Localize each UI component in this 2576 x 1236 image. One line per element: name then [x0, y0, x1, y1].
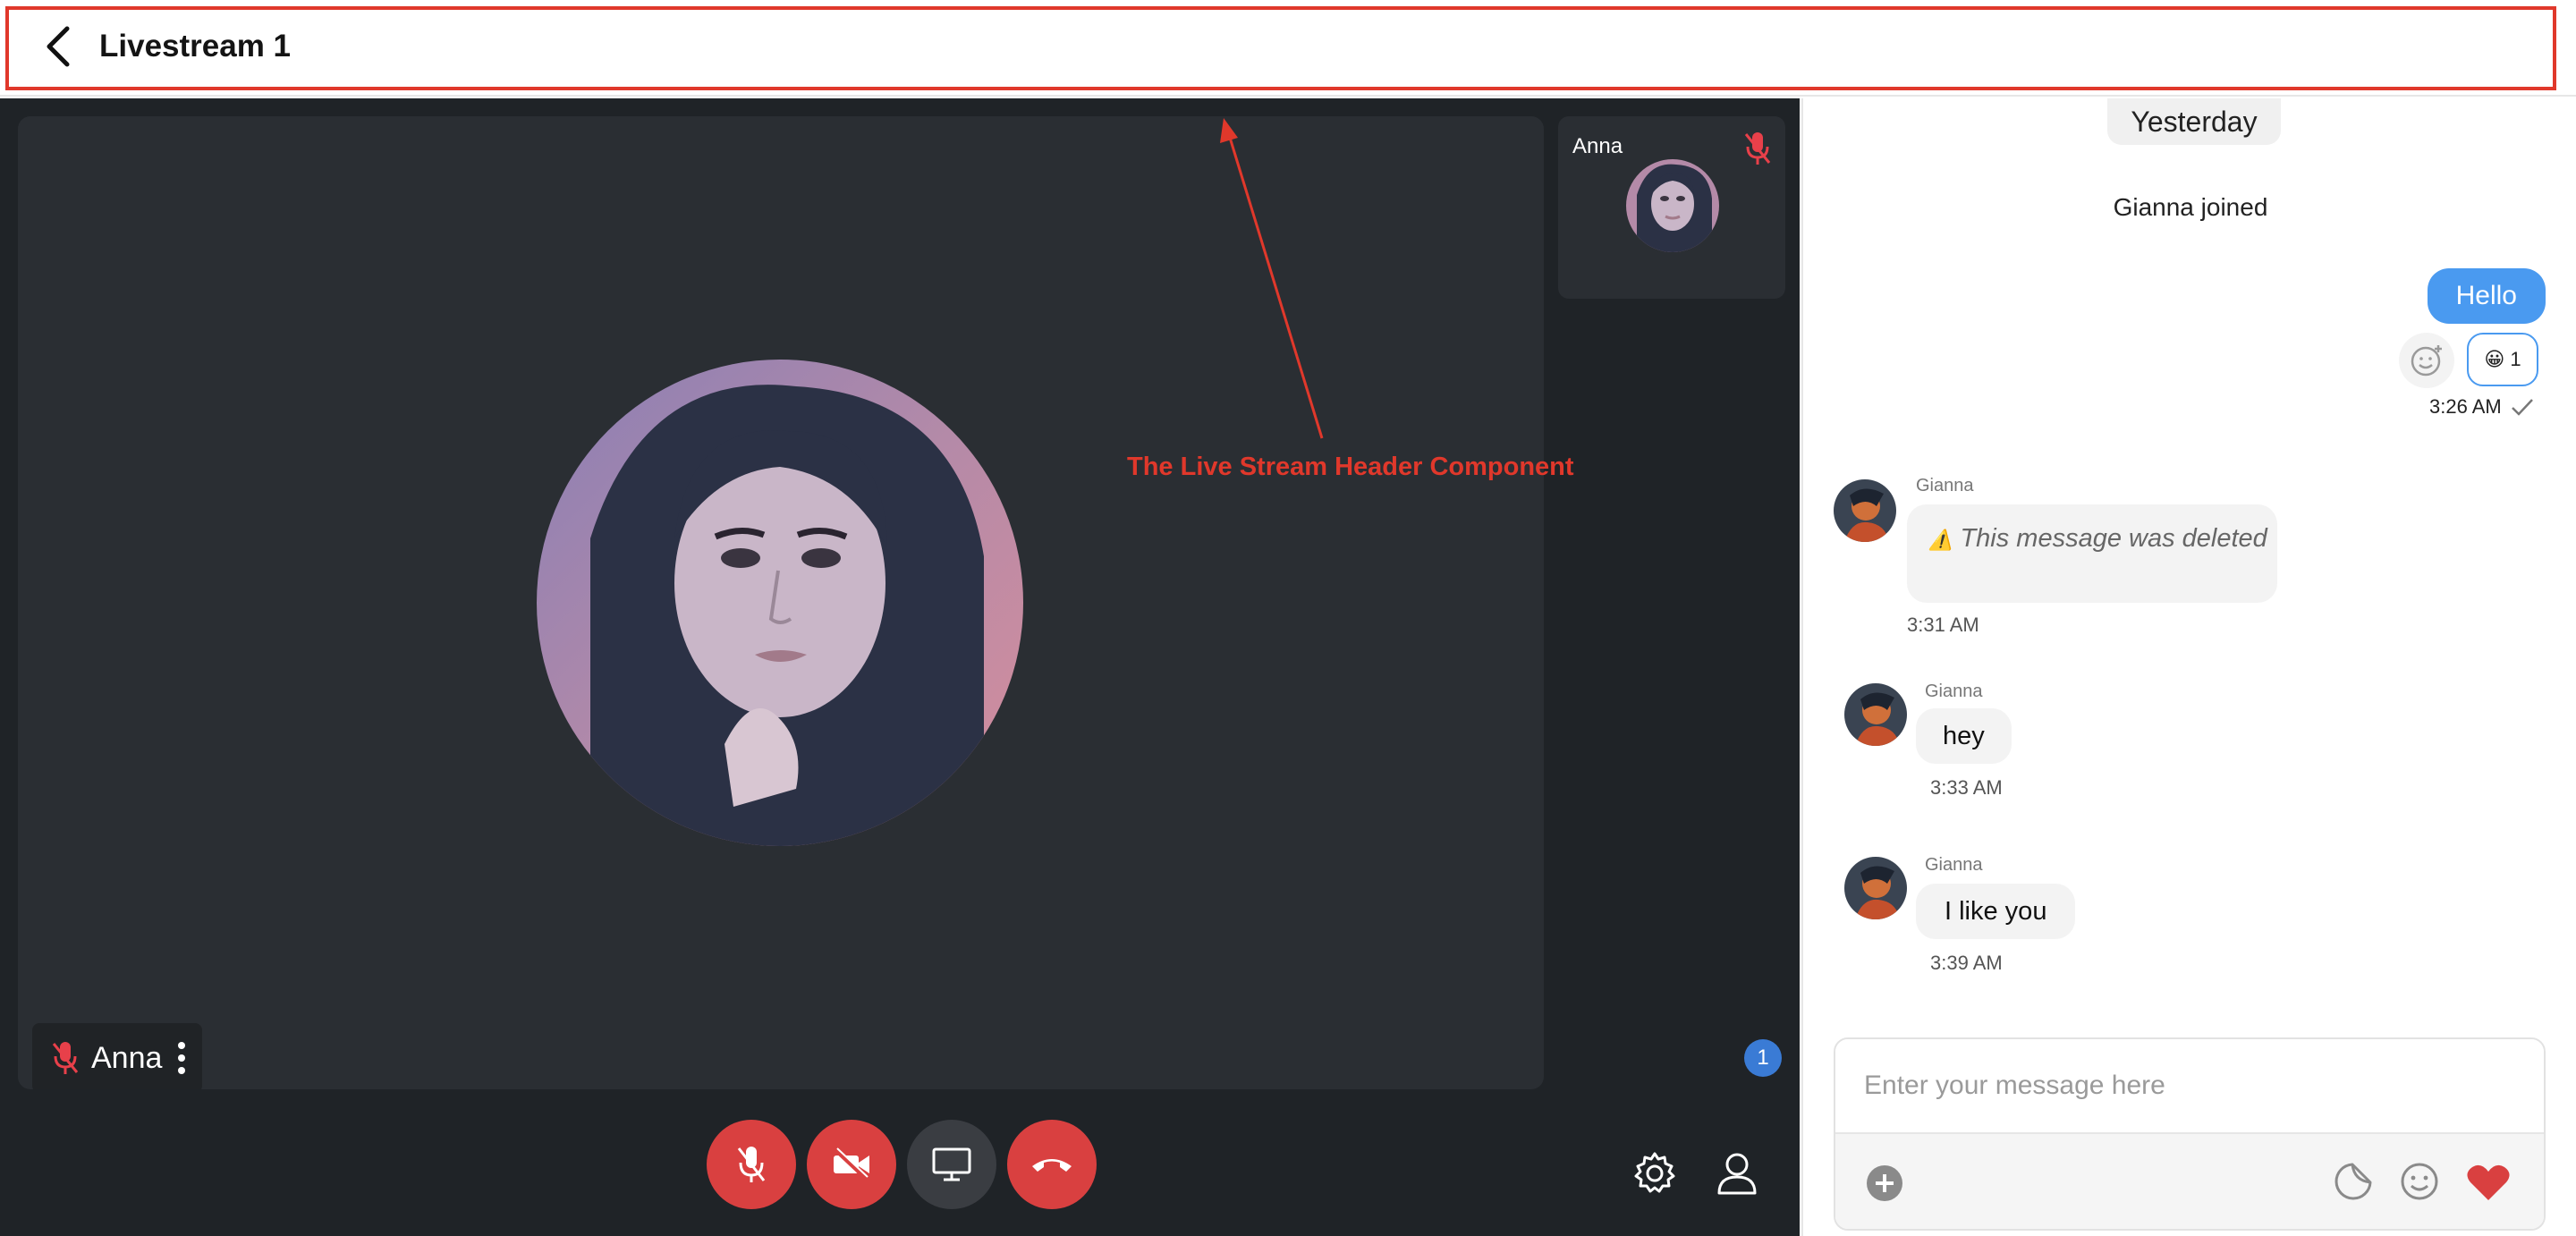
share-screen-button[interactable] — [907, 1120, 996, 1209]
side-video-tile[interactable]: Anna — [1558, 116, 1785, 299]
outgoing-timestamp: 3:26 AM — [2429, 395, 2534, 419]
participant-name: Anna — [91, 1040, 163, 1075]
sticker-icon[interactable] — [2333, 1161, 2374, 1202]
sender-name: Gianna — [1916, 476, 1974, 495]
sender-avatar[interactable] — [1844, 683, 1907, 746]
message-time: 3:26 AM — [2429, 395, 2502, 418]
participants-icon[interactable] — [1716, 1147, 1764, 1197]
call-area: Anna Anna — [0, 98, 1800, 1236]
add-reaction-button[interactable] — [2399, 333, 2454, 388]
smiley-plus-icon — [2411, 345, 2442, 377]
composer-toolbar — [1835, 1132, 2544, 1229]
incoming-message[interactable]: I like you — [1916, 884, 2076, 939]
deleted-message[interactable]: ⚠️ This message was deleted — [1907, 504, 2277, 603]
message-time: 3:31 AM — [1907, 614, 1979, 636]
sender-avatar[interactable] — [1844, 857, 1907, 919]
reaction-count: 1 — [2510, 348, 2521, 370]
video-off-icon — [834, 1147, 869, 1181]
mic-off-icon — [737, 1147, 766, 1182]
phone-hangup-icon — [1032, 1159, 1072, 1172]
main-video-tile[interactable]: Anna — [18, 116, 1544, 1089]
annotation-label: The Live Stream Header Component — [1127, 453, 1574, 481]
message-text: This message was deleted — [1960, 524, 2267, 553]
toggle-camera-button[interactable] — [807, 1120, 896, 1209]
reaction-emoji: 😀 — [2484, 348, 2505, 370]
heart-icon[interactable] — [2465, 1163, 2512, 1202]
monitor-icon — [932, 1147, 971, 1181]
check-icon — [2511, 399, 2533, 416]
sender-avatar[interactable] — [1834, 479, 1896, 542]
warning-icon: ⚠️ — [1928, 529, 1953, 551]
outgoing-message[interactable]: Hello — [2427, 268, 2546, 324]
more-options-icon[interactable] — [178, 1042, 186, 1074]
toggle-mic-button[interactable] — [707, 1120, 796, 1209]
annotation-highlight-box — [5, 6, 2556, 90]
sender-name: Gianna — [1925, 681, 1983, 701]
message-time: 3:33 AM — [1930, 776, 2003, 799]
mic-muted-icon — [52, 1042, 79, 1074]
system-message: Gianna joined — [2113, 193, 2268, 221]
livestream-header: Livestream 1 — [0, 0, 2576, 97]
incoming-message[interactable]: hey — [1916, 708, 2012, 764]
message-time: 3:39 AM — [1930, 952, 2003, 974]
mic-muted-icon — [1744, 132, 1771, 165]
call-controls — [707, 1120, 1097, 1209]
settings-gear-icon[interactable] — [1631, 1150, 1678, 1197]
reaction-chip[interactable]: 😀 1 — [2467, 333, 2538, 386]
end-call-button[interactable] — [1007, 1120, 1097, 1209]
participant-name-tag: Anna — [32, 1023, 202, 1089]
participants-count-badge: 1 — [1744, 1039, 1782, 1077]
side-participant-name: Anna — [1572, 134, 1623, 158]
message-composer — [1834, 1037, 2546, 1231]
date-separator: Yesterday — [2107, 98, 2281, 145]
message-input[interactable] — [1835, 1039, 2544, 1132]
side-participant-avatar — [1626, 159, 1719, 252]
participant-avatar — [537, 360, 1023, 846]
emoji-icon[interactable] — [2399, 1161, 2440, 1202]
sender-name: Gianna — [1925, 855, 1983, 875]
add-attachment-icon[interactable] — [1866, 1164, 1903, 1202]
